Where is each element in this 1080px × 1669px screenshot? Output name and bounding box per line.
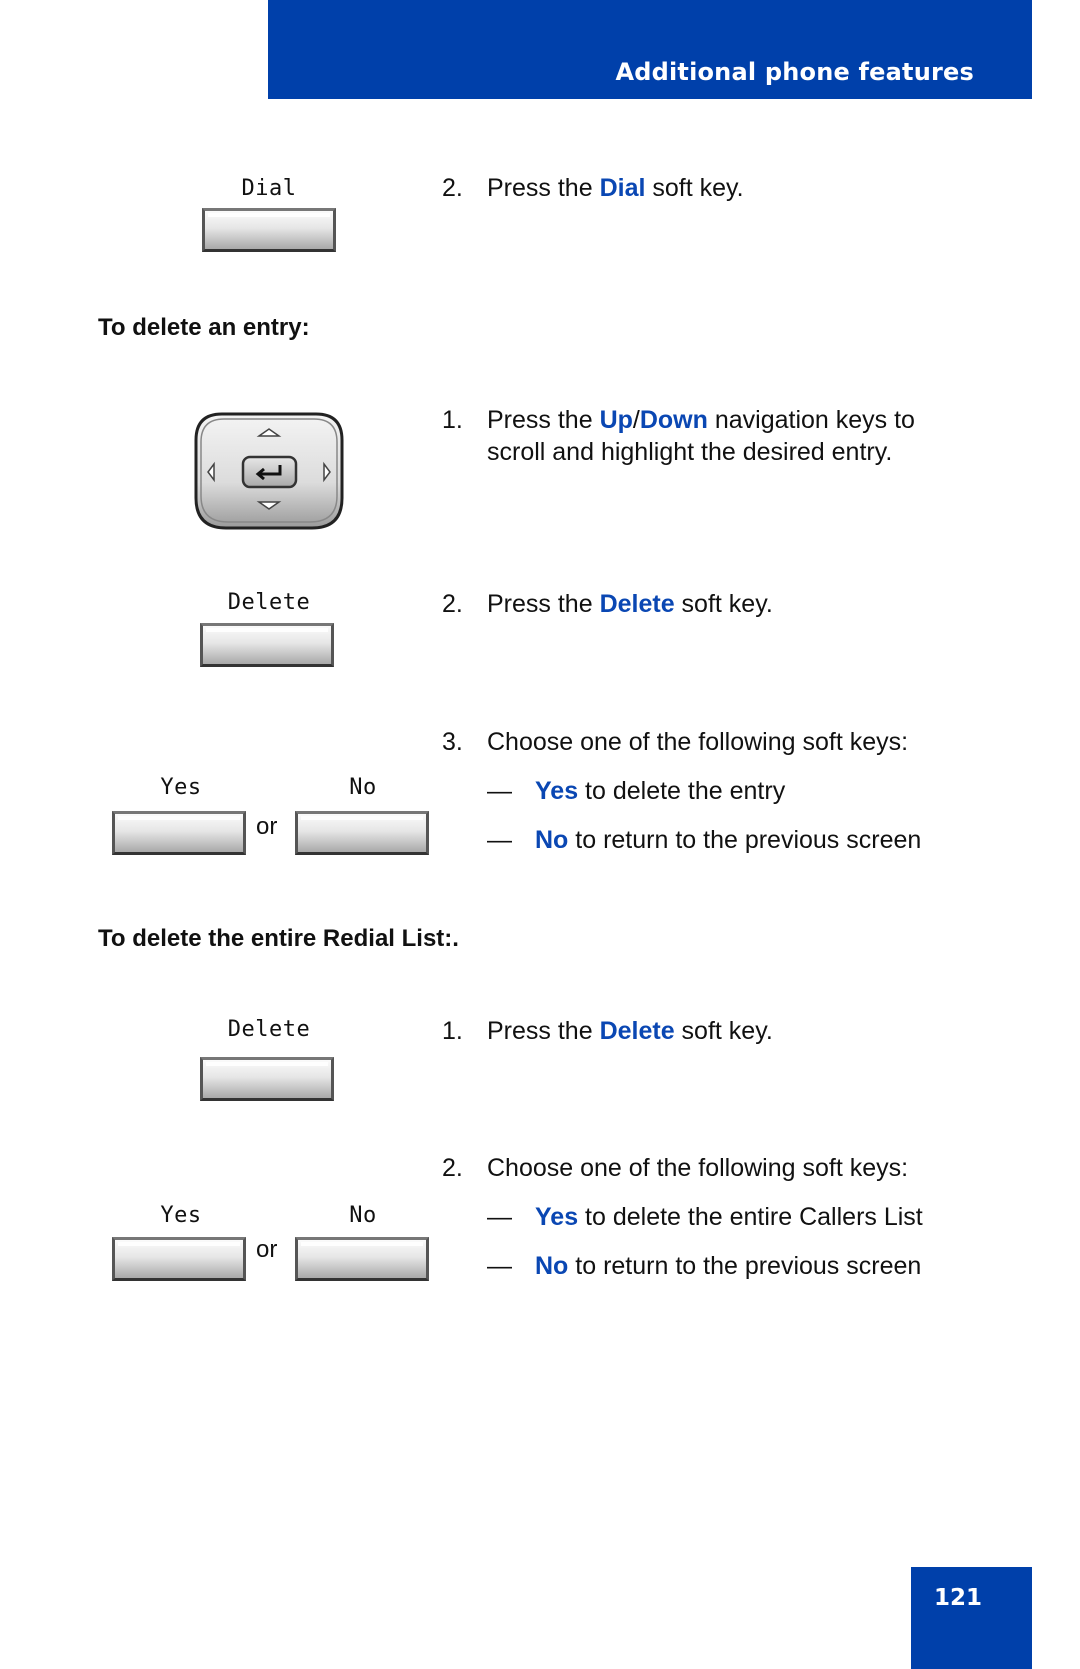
heading-delete-entry: To delete an entry:	[98, 314, 310, 341]
delete-softkey-button-2[interactable]	[200, 1057, 334, 1101]
option-no: — No to return to the previous screen	[487, 826, 922, 854]
step-choose-softkey: 3. Choose one of the following soft keys:	[442, 728, 909, 756]
keyword-down: Down	[639, 406, 708, 434]
keyword-no: No	[535, 826, 569, 854]
delete-softkey-label-2: Delete	[227, 1017, 311, 1042]
no-softkey-label: No	[349, 775, 377, 800]
keyword-delete: Delete	[599, 590, 675, 618]
keyword-no-2: No	[535, 1252, 569, 1280]
keyword-yes-2: Yes	[535, 1203, 579, 1231]
option-yes-2: — Yes to delete the entire Callers List	[487, 1203, 923, 1231]
yes-softkey-label: Yes	[160, 775, 202, 800]
step-press-dial: 2. Press the Dial soft key.	[442, 174, 744, 202]
keyword-yes: Yes	[535, 777, 579, 805]
option-no-2: — No to return to the previous screen	[487, 1252, 922, 1280]
keyword-delete-2: Delete	[599, 1017, 675, 1045]
keyword-up: Up	[599, 406, 633, 434]
dial-softkey-label: Dial	[241, 176, 297, 201]
or-text: or	[256, 813, 278, 840]
enter-key	[241, 455, 298, 489]
chapter-title: Additional phone features	[615, 58, 974, 86]
no-softkey-button[interactable]	[295, 811, 429, 855]
page-number: 121	[934, 1585, 983, 1611]
step-choose-softkey-2: 2. Choose one of the following soft keys:	[442, 1154, 909, 1182]
keyword-dial: Dial	[599, 174, 646, 202]
step-press-delete-2: 1. Press the Delete soft key.	[442, 1017, 773, 1045]
yes-softkey-label-2: Yes	[160, 1203, 202, 1228]
heading-delete-redial-list: To delete the entire Redial List:.	[98, 925, 459, 952]
step-scroll: 1. Press the Up/Down navigation keys to s…	[442, 406, 915, 466]
header-bar: Additional phone features	[268, 0, 1032, 99]
no-softkey-button-2[interactable]	[295, 1237, 429, 1281]
navigation-cluster-icon[interactable]	[192, 410, 346, 532]
delete-softkey-button[interactable]	[200, 623, 334, 667]
delete-softkey-label: Delete	[227, 590, 311, 615]
dial-softkey-button[interactable]	[202, 208, 336, 252]
yes-softkey-button-2[interactable]	[112, 1237, 246, 1281]
no-softkey-label-2: No	[349, 1203, 377, 1228]
page-number-box: 121	[911, 1567, 1032, 1669]
or-text-2: or	[256, 1236, 278, 1263]
yes-softkey-button[interactable]	[112, 811, 246, 855]
option-yes: — Yes to delete the entry	[487, 777, 786, 805]
step-press-delete: 2. Press the Delete soft key.	[442, 590, 773, 618]
